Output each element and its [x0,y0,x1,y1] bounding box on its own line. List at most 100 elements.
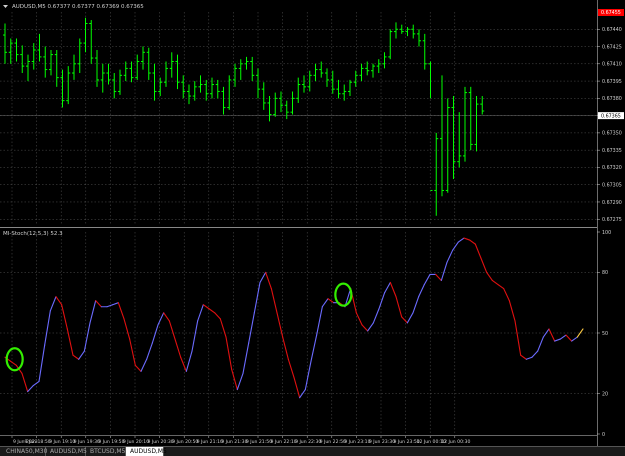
price-bar [388,29,393,60]
price-tick-label: 0.67290 [602,200,622,206]
stoch-segment [123,318,131,340]
price-bar [77,38,82,74]
indicator-tick-label: 80 [602,270,608,276]
stoch-segment [525,356,533,360]
price-bar [336,79,341,99]
time-label: 9 Jun 20:50 [172,439,198,445]
time-label: 9 Jun 21:10 [197,439,223,445]
price-bar [141,46,145,70]
stoch-segment [10,360,17,366]
price-bar [37,33,42,62]
stoch-segment [117,302,125,320]
stoch-segment [508,300,516,322]
stoch-segment [395,296,403,318]
stoch-segment [287,358,295,378]
stoch-segment [565,334,573,342]
price-bar [440,75,444,197]
price-bar [54,49,59,87]
stoch-segment [361,324,369,332]
price-bar [164,61,168,87]
price-bar [279,91,283,113]
stoch-segment [219,318,227,338]
price-bar [112,73,117,99]
price-bar [273,92,278,117]
price-bar [221,86,226,115]
price-bar [474,96,479,152]
price-tick-label: 0.67395 [602,79,622,85]
price-bar [405,26,410,37]
price-bar [169,52,174,78]
price-bar [313,63,318,82]
price-tick-label: 0.67320 [602,165,622,171]
stoch-segment [236,372,244,391]
price-bar [434,132,439,216]
stoch-segment [72,354,80,360]
price-bar [26,54,30,82]
price-tick-label: 0.67275 [602,217,622,223]
stoch-segment [559,334,567,340]
stoch-segment [469,239,476,245]
stoch-segment [367,322,374,332]
price-bar [325,68,329,87]
time-label: 9 Jun 20:10 [123,439,149,445]
stoch-segment [32,380,40,387]
stoch-segment [571,336,578,342]
time-label: 9 Jun 20:30 [147,439,173,445]
indicator-tick-label: 100 [602,230,611,236]
stoch-segment [412,296,420,314]
stoch-segment [282,336,289,360]
price-bar [296,77,301,103]
stoch-segment [157,312,165,326]
stoch-segment [491,279,499,286]
stoch-segment [214,312,221,320]
price-bar [463,86,467,162]
stoch-segment [537,336,544,352]
stoch-segment [49,296,57,312]
chart-canvas[interactable]: 0.67440 0.67425 0.67410 0.67395 0.67380 0.673… [0,0,625,455]
time-label: 9 Jun 23:10 [344,439,370,445]
stoch-segment [554,338,561,342]
stoch-segment [95,300,102,308]
stoch-segment [140,358,148,372]
stoch-segment [316,306,323,336]
time-label: 9 Jun 23:30 [369,439,395,445]
stoch-segment [208,308,216,314]
price-tick-label: 0.67425 [602,44,622,50]
stoch-segment [435,273,442,282]
price-tick-label: 0.67410 [602,62,622,68]
indicator-axis: 100 80 50 20 0 [597,230,611,438]
price-bar [330,70,335,94]
price-bar [106,63,111,85]
time-label: 9 Jun 19:30 [74,439,100,445]
time-label: 9 Jun 21:50 [246,439,272,445]
stoch-segment [146,342,153,360]
stoch-segment [134,364,142,372]
price-bar [187,84,191,105]
price-bar [158,77,163,97]
stoch-segment [384,281,391,294]
stoch-segment [38,344,46,383]
stoch-segment [503,288,510,302]
price-bar [445,98,450,193]
indicator-tick-label: 0 [602,432,605,438]
price-bar [192,81,197,101]
stoch-segment [452,241,459,251]
chart-menu-icon[interactable] [3,5,8,8]
price-bar [31,43,36,70]
indicator-tick-label: 20 [602,391,608,397]
stoch-segment [327,298,335,304]
price-bar [20,45,25,74]
stoch-segment [446,249,454,263]
stoch-segment [497,283,505,290]
stoch-segment [270,288,278,314]
price-bar [267,96,272,122]
time-label: 9 Jun 22:30 [295,439,321,445]
time-label: 9 Jun 21:30 [221,439,247,445]
price-bar [72,54,76,80]
price-bar [290,91,295,115]
stoch-segment [276,312,284,338]
price-bars [3,17,485,216]
stoch-segment [310,334,318,362]
price-bar [3,23,7,64]
price-tick-label: 0.67380 [602,96,622,102]
